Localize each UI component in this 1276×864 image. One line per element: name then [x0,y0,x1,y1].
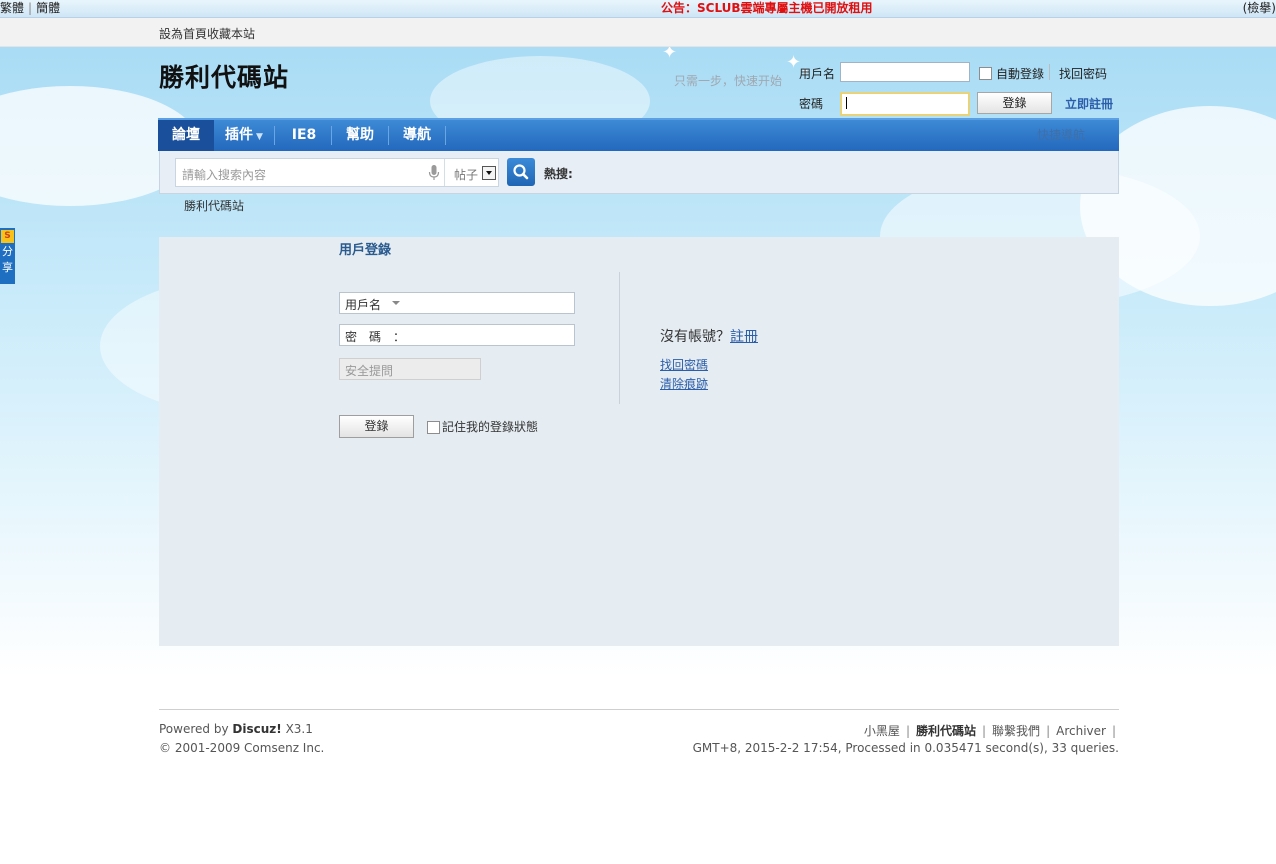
share-logo-icon: S [1,230,14,243]
nav-item-help[interactable]: 幫助 [332,120,388,151]
footer-divider [159,709,1119,710]
no-account-text: 沒有帳號？註冊 [660,326,758,346]
security-question-select[interactable]: 安全提問 [339,358,481,380]
main-nav: 論壇 插件 ▼ IE8 幫助 導航 快捷導航 [158,118,1119,151]
header-login-button[interactable]: 登錄 [977,92,1052,114]
footer-link-archiver[interactable]: Archiver [1056,724,1106,738]
login-panel: 用戶登錄 用戶名 密 碼 ： 安全提問 登錄 記住我的登錄狀態 沒有帳號？註冊 … [159,237,1119,646]
powered-by-prefix: Powered by [159,722,229,736]
version-text: X3.1 [285,722,313,736]
set-homepage-link[interactable]: 設為首頁收藏本站 [159,25,255,42]
remember-label: 記住我的登錄狀態 [442,420,539,434]
search-button[interactable] [507,158,535,186]
search-type-dropdown-button[interactable] [482,166,496,180]
no-account-label: 沒有帳號？ [660,329,730,345]
password-field[interactable]: 密 碼 ： [339,324,575,346]
search-input[interactable]: 請輸入搜索內容 [182,166,266,183]
footer-link-blackroom[interactable]: 小黑屋 [864,724,900,738]
chevron-down-icon: ▼ [256,132,263,142]
star-icon: ✦ [662,46,678,63]
footer-links: 小黑屋 | 勝利代碼站 | 聯繫我們 | Archiver | [864,722,1116,739]
copyright: © 2001-2009 Comsenz Inc. [159,741,325,755]
site-logo[interactable]: 勝利代碼站 [159,58,289,94]
security-question-label: 安全提問 [345,364,394,378]
language-switch: 繁體 | 簡體 [0,0,60,16]
search-bar: 請輸入搜索內容 帖子 熱搜: [159,151,1119,194]
password-label: 密 碼 ： [345,330,406,344]
register-link[interactable]: 立即註冊 [1065,95,1113,112]
header-password-input[interactable] [840,92,970,116]
nav-item-plugins[interactable]: 插件 ▼ [216,120,272,151]
footer-link-contact[interactable]: 聯繫我們 [992,724,1040,738]
password-label: 密碼 [799,97,824,111]
divider: | [1111,724,1116,738]
divider [444,159,445,186]
nav-item-label: 插件 [225,127,254,143]
login-title: 用戶登錄 [339,243,392,258]
quick-nav-link[interactable]: 快捷導航 [1037,120,1085,150]
discuz-link[interactable]: Discuz! [232,722,281,736]
nav-item-guide[interactable]: 導航 [389,120,445,151]
microphone-icon[interactable] [428,164,440,182]
nav-divider [274,126,275,145]
find-password-link[interactable]: 找回密碼 [660,356,708,373]
share-sidebar-tab[interactable]: S 分 享 [0,228,15,284]
divider [619,272,620,404]
divider [1049,64,1050,80]
nav-divider [445,126,446,145]
nav-item-forum[interactable]: 論壇 [158,120,214,151]
login-button[interactable]: 登錄 [339,415,414,438]
username-field[interactable]: 用戶名 [339,292,575,314]
server-stats: GMT+8, 2015-2-2 17:54, Processed in 0.03… [692,741,1119,755]
lang-traditional-link[interactable]: 繁體 [0,1,24,15]
lang-simplified-link[interactable]: 簡體 [36,1,60,15]
divider: | [1046,724,1051,738]
divider: | [905,724,910,738]
announcement-text[interactable]: 公告：SCLUB雲端專屬主機已開放租用 [661,0,873,16]
header-username-input[interactable] [840,62,970,82]
powered-by: Powered by Discuz! X3.1 [159,722,313,736]
share-label: 分 [2,245,13,258]
search-icon [513,164,529,180]
username-label: 用戶名 [799,67,836,81]
hot-search-label: 熱搜: [544,167,573,181]
register-link[interactable]: 註冊 [730,329,758,345]
search-type-select[interactable]: 帖子 [454,166,478,183]
search-box: 請輸入搜索內容 帖子 [175,158,499,187]
username-type-select[interactable]: 用戶名 [345,296,381,313]
breadcrumb[interactable]: 勝利代碼站 [184,197,244,214]
divider: | [982,724,987,738]
auto-login-label: 自動登錄 [996,67,1045,81]
text-caret [846,97,847,109]
auto-login-checkbox[interactable] [979,67,992,80]
share-label: 享 [2,261,13,274]
chevron-down-icon [392,301,400,305]
nav-item-ie8[interactable]: IE8 [276,120,332,151]
divider: | [28,1,33,15]
announcement-bar: 繁體 | 簡體 公告：SCLUB雲端專屬主機已開放租用 (檢擧) [0,0,1276,18]
footer-link-site[interactable]: 勝利代碼站 [916,724,976,738]
remember-checkbox[interactable] [427,421,440,434]
toolbar: 設為首頁收藏本站 [0,18,1276,47]
quick-start-text: 只需一步，快速开始 [674,74,783,88]
clear-traces-link[interactable]: 清除痕跡 [660,375,708,392]
find-password-link[interactable]: 找回密码 [1059,65,1107,82]
report-link[interactable]: (檢擧) [1243,0,1276,16]
